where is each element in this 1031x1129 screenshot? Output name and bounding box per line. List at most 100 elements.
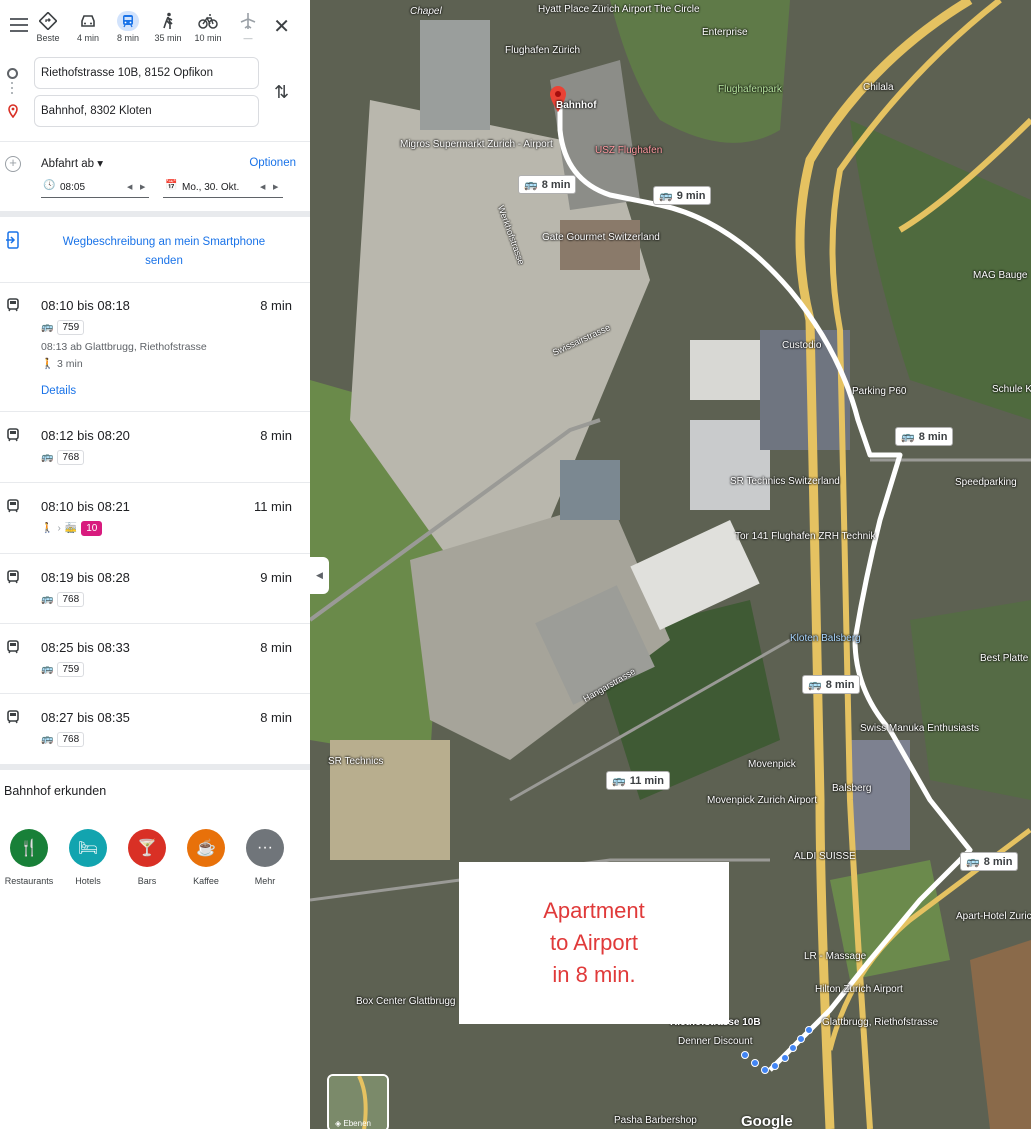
map-label[interactable]: Glattbrugg, Riethofstrasse [822,1017,938,1028]
mode-walk[interactable]: 35 min [148,10,188,43]
category-coffee[interactable]: ☕ Kaffee [177,829,235,886]
depart-at-dropdown[interactable]: Abfahrt ab ▾ [41,156,103,170]
category-bars[interactable]: 🍸 Bars [118,829,176,886]
send-to-phone[interactable]: Wegbeschreibung an mein Smartphone sende… [0,218,310,282]
details-link[interactable]: Details [41,385,76,397]
time-picker[interactable]: 🕓 08:05 ◀ ▶ [41,180,149,198]
map-label[interactable]: SR Technics [328,756,383,767]
mode-car[interactable]: 4 min [68,10,108,43]
destination-input[interactable] [34,95,259,127]
map-label[interactable]: Pasha Barbershop [614,1115,697,1126]
departure-settings: + Abfahrt ab ▾ Optionen 🕓 08:05 ◀ ▶ 📅 Mo… [0,150,310,208]
map-label[interactable]: MAG Bauge [973,270,1027,281]
map-label[interactable]: Bahnhof [556,100,597,111]
swap-directions-icon[interactable]: ⇅ [274,82,289,103]
line-badge: 768 [57,732,85,747]
route-time-chip[interactable]: 🚌 8 min [802,675,861,694]
route-time-chip[interactable]: 🚌 11 min [606,771,670,790]
transit-icon [6,570,20,589]
mode-label: 35 min [154,33,182,43]
category-hotels[interactable]: 🛏 Hotels [59,829,117,886]
date-next-icon[interactable]: ▶ [273,183,278,191]
route-lines: 🚌 768 [41,592,85,607]
time-prev-icon[interactable]: ◀ [127,183,132,191]
map-label[interactable]: Schule K [992,384,1031,395]
travel-mode-bar: Beste 4 min 8 min 35 min 10 min — ✕ [0,6,310,50]
line-badge: 10 [81,521,103,536]
map-label[interactable]: Denner Discount [678,1036,752,1047]
map-label[interactable]: Hyatt Place Zürich Airport The Circle [538,4,700,16]
mode-bicycle[interactable]: 10 min [188,10,228,43]
bus-icon: 🚌 [612,775,626,787]
bus-icon: 🚌 [41,664,54,675]
note-line: Apartment [543,898,645,923]
route-option[interactable]: 08:25 bis 08:33 8 min 🚌 759 [0,625,310,694]
options-link[interactable]: Optionen [249,157,296,169]
line-badge: 759 [57,662,85,677]
category-label: Bars [137,876,157,886]
route-time-chip[interactable]: 🚌 8 min [960,852,1019,871]
mode-label: 10 min [194,33,222,43]
map-label[interactable]: Swiss Manuka Enthusiasts [860,723,979,734]
walk-icon [148,10,188,32]
route-times: 08:19 bis 08:28 [41,570,130,585]
layers-icon: ◈ [335,1119,342,1128]
close-icon[interactable]: ✕ [273,14,290,39]
map-label[interactable]: Apart-Hotel Zurich Airport [956,911,1031,923]
map-label[interactable]: Gate Gourmet Switzerland [542,232,660,244]
map-label[interactable]: Kloten Balsberg [790,633,861,644]
add-destination-icon[interactable]: + [5,156,21,172]
map-label[interactable]: Movenpick [748,759,796,770]
time-next-icon[interactable]: ▶ [140,183,145,191]
layers-button[interactable]: ◈ Ebenen [327,1074,389,1129]
bus-icon: 🚌 [41,594,54,605]
transit-icon [6,298,20,317]
route-time-chip[interactable]: 🚌 8 min [518,175,577,194]
section-divider [0,764,310,770]
category-more[interactable]: ··· Mehr [236,829,294,886]
route-time-chip[interactable]: 🚌 9 min [653,186,712,205]
map-label[interactable]: Movenpick Zurich Airport [707,795,817,807]
route-option[interactable]: 08:27 bis 08:35 8 min 🚌 768 [0,695,310,764]
category-restaurants[interactable]: 🍴 Restaurants [0,829,58,886]
calendar-icon: 📅 [165,180,178,191]
map-label[interactable]: Parking P60 [852,386,906,397]
bus-icon: 🚌 [808,679,822,691]
more-icon: ··· [246,829,284,867]
route-option[interactable]: 08:12 bis 08:20 8 min 🚌 768 [0,413,310,483]
map-label[interactable]: Box Center Glattbrugg [356,996,456,1007]
map-label[interactable]: Flughafen Zürich [505,45,580,56]
route-option[interactable]: 08:10 bis 08:21 11 min 🚶 › 🚋 10 [0,484,310,554]
route-option[interactable]: 08:19 bis 08:28 9 min 🚌 768 [0,555,310,624]
map-label[interactable]: Balsberg [832,783,871,794]
collapse-panel-button[interactable]: ◀ [310,557,329,594]
map-label[interactable]: ALDI SUISSE [794,851,856,862]
map-label[interactable]: Hilton Zurich Airport [815,984,903,995]
line-badge: 768 [57,592,85,607]
map-label[interactable]: Best Platte [980,653,1028,664]
map-label[interactable]: LR - Massage [804,951,866,962]
clock-icon: 🕓 [43,180,56,191]
map-label[interactable]: Custodio [782,340,821,351]
date-prev-icon[interactable]: ◀ [260,183,265,191]
mode-flight[interactable]: — [228,10,268,43]
destination-row [0,95,310,129]
map-label[interactable]: USZ Flughafen [595,145,662,156]
map-label[interactable]: Flughafenpark [718,84,782,95]
map-label[interactable]: Speedparking [955,477,1017,488]
mode-best[interactable]: Beste [28,10,68,43]
mode-transit[interactable]: 8 min [108,10,148,43]
menu-icon[interactable] [10,18,28,32]
route-times: 08:12 bis 08:20 [41,428,130,443]
map-label[interactable]: Migros Supermarkt Zurich - Airport [400,139,553,151]
date-picker[interactable]: 📅 Mo., 30. Okt. ◀ ▶ [163,180,283,198]
route-time-chip[interactable]: 🚌 8 min [895,427,954,446]
annotation-note: Apartment to Airport in 8 min. [459,862,729,1024]
map-label[interactable]: Chilala [863,82,894,93]
map-label[interactable]: Tor 141 Flughafen ZRH Technik [735,531,875,543]
map-canvas[interactable]: Chapel Hyatt Place Zürich Airport The Ci… [310,0,1031,1129]
map-label[interactable]: SR Technics Switzerland [730,476,840,487]
route-option[interactable]: 08:10 bis 08:18 8 min 🚌 759 08:13 ab Glat… [0,283,310,412]
origin-input[interactable] [34,57,259,89]
map-label[interactable]: Enterprise [702,27,748,38]
